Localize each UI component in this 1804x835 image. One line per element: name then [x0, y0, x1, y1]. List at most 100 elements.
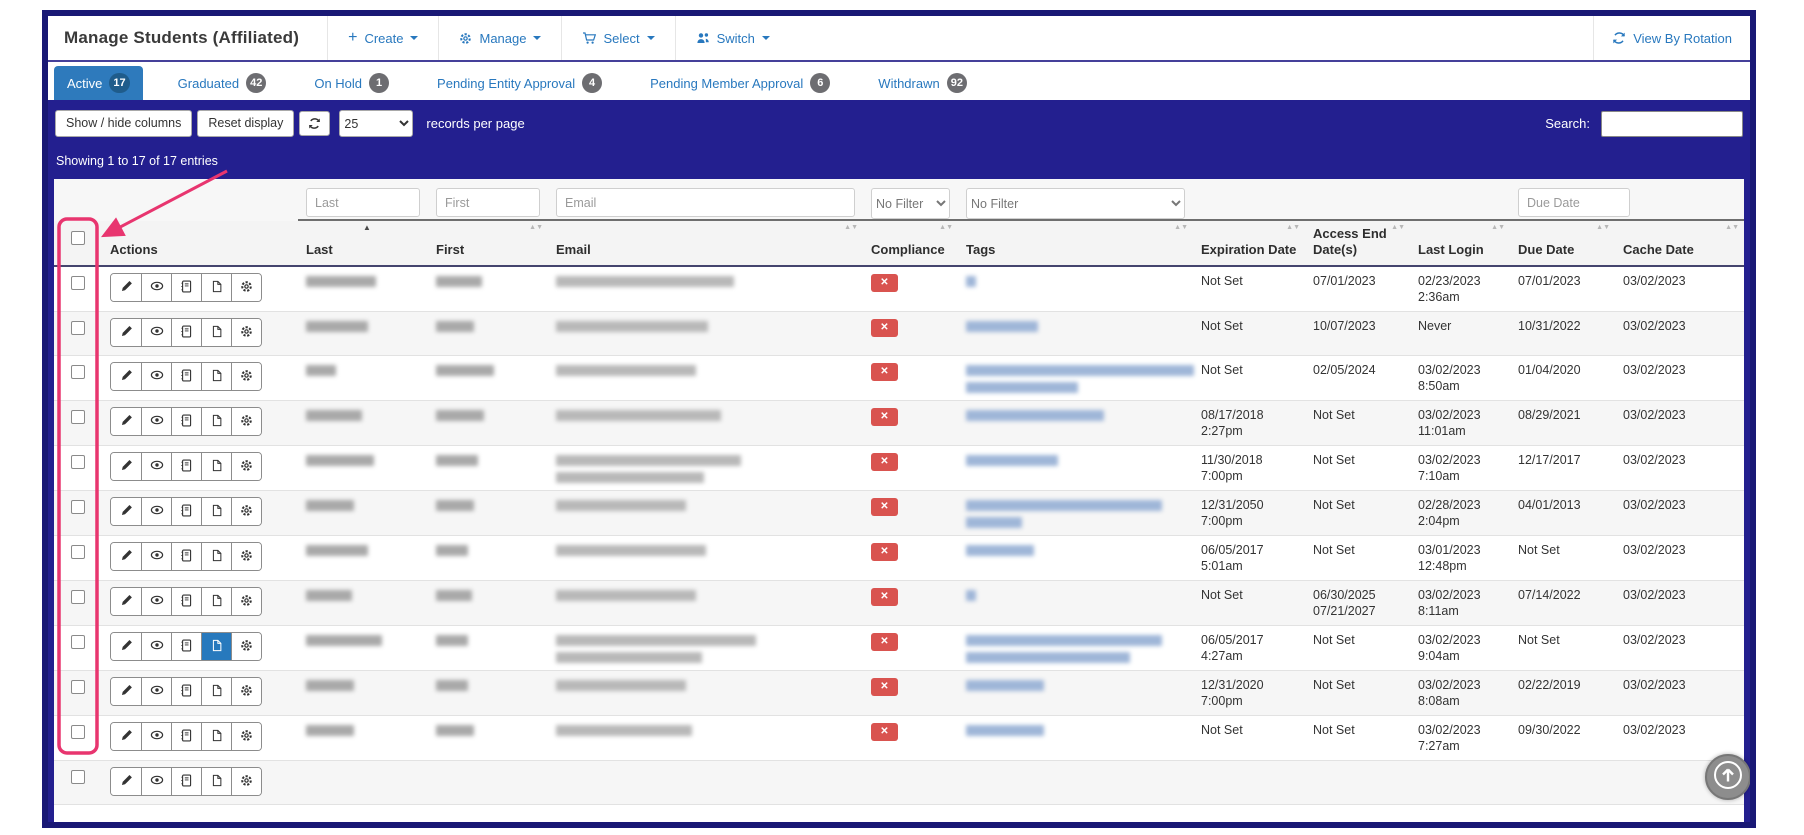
action-edit-button[interactable]	[111, 408, 141, 435]
row-checkbox[interactable]	[71, 365, 85, 379]
action-file-button[interactable]	[201, 588, 231, 615]
action-edit-button[interactable]	[111, 768, 141, 795]
redacted-tag-link[interactable]	[966, 652, 1130, 663]
action-gear-button[interactable]	[231, 319, 261, 346]
action-gear-button[interactable]	[231, 498, 261, 525]
action-view-button[interactable]	[141, 723, 171, 750]
action-book-button[interactable]	[171, 723, 201, 750]
action-view-button[interactable]	[141, 363, 171, 390]
action-edit-button[interactable]	[111, 678, 141, 705]
redacted-tag-link[interactable]	[966, 545, 1034, 556]
action-view-button[interactable]	[141, 633, 171, 660]
search-input[interactable]	[1601, 110, 1743, 137]
action-view-button[interactable]	[141, 543, 171, 570]
row-checkbox[interactable]	[71, 455, 85, 469]
create-menu-button[interactable]: + Create	[327, 16, 438, 60]
action-edit-button[interactable]	[111, 274, 141, 301]
action-view-button[interactable]	[141, 588, 171, 615]
due-date-filter-input[interactable]	[1518, 188, 1630, 217]
action-edit-button[interactable]	[111, 319, 141, 346]
refresh-table-button[interactable]	[299, 110, 331, 137]
action-gear-button[interactable]	[231, 723, 261, 750]
redacted-tag-link[interactable]	[966, 635, 1162, 646]
action-file-button[interactable]	[201, 319, 231, 346]
action-edit-button[interactable]	[111, 633, 141, 660]
row-checkbox[interactable]	[71, 770, 85, 784]
tab-withdrawn[interactable]: Withdrawn 92	[865, 66, 980, 100]
action-book-button[interactable]	[171, 274, 201, 301]
action-view-button[interactable]	[141, 319, 171, 346]
column-header-first[interactable]: First ▲▼	[428, 221, 548, 265]
action-view-button[interactable]	[141, 408, 171, 435]
action-edit-button[interactable]	[111, 723, 141, 750]
action-book-button[interactable]	[171, 678, 201, 705]
action-file-button[interactable]	[201, 543, 231, 570]
redacted-tag-link[interactable]	[966, 365, 1194, 376]
action-file-button[interactable]	[201, 678, 231, 705]
action-edit-button[interactable]	[111, 453, 141, 480]
action-book-button[interactable]	[171, 453, 201, 480]
redacted-tag-link[interactable]	[966, 500, 1162, 511]
action-book-button[interactable]	[171, 319, 201, 346]
action-book-button[interactable]	[171, 408, 201, 435]
redacted-tag-link[interactable]	[966, 680, 1044, 691]
action-book-button[interactable]	[171, 498, 201, 525]
action-view-button[interactable]	[141, 498, 171, 525]
column-header-last[interactable]: Last ▲	[298, 221, 428, 265]
action-edit-button[interactable]	[111, 543, 141, 570]
redacted-tag-link[interactable]	[966, 276, 976, 287]
redacted-tag-link[interactable]	[966, 321, 1038, 332]
action-view-button[interactable]	[141, 274, 171, 301]
last-name-filter-input[interactable]	[306, 188, 420, 217]
column-header-expiration-date[interactable]: Expiration Date ▲▼	[1193, 221, 1305, 265]
action-gear-button[interactable]	[231, 453, 261, 480]
action-book-button[interactable]	[171, 588, 201, 615]
redacted-tag-link[interactable]	[966, 410, 1104, 421]
tab-pending-member-approval[interactable]: Pending Member Approval 6	[637, 66, 843, 100]
action-book-button[interactable]	[171, 768, 201, 795]
column-header-cache-date[interactable]: Cache Date ▲▼	[1615, 221, 1744, 265]
action-gear-button[interactable]	[231, 678, 261, 705]
redacted-tag-link[interactable]	[966, 590, 976, 601]
redacted-tag-link[interactable]	[966, 455, 1058, 466]
row-checkbox[interactable]	[71, 410, 85, 424]
tab-on-hold[interactable]: On Hold 1	[301, 66, 402, 100]
scroll-to-top-button[interactable]	[1705, 754, 1750, 800]
action-edit-button[interactable]	[111, 498, 141, 525]
action-file-button[interactable]	[201, 633, 231, 660]
row-checkbox[interactable]	[71, 590, 85, 604]
row-checkbox[interactable]	[71, 321, 85, 335]
action-file-button[interactable]	[201, 408, 231, 435]
action-view-button[interactable]	[141, 453, 171, 480]
action-file-button[interactable]	[201, 453, 231, 480]
action-book-button[interactable]	[171, 363, 201, 390]
tab-graduated[interactable]: Graduated 42	[165, 66, 280, 100]
email-filter-input[interactable]	[556, 188, 855, 217]
redacted-tag-link[interactable]	[966, 725, 1044, 736]
action-file-button[interactable]	[201, 498, 231, 525]
action-edit-button[interactable]	[111, 363, 141, 390]
tab-pending-entity-approval[interactable]: Pending Entity Approval 4	[424, 66, 615, 100]
action-book-button[interactable]	[171, 543, 201, 570]
action-edit-button[interactable]	[111, 588, 141, 615]
row-checkbox[interactable]	[71, 680, 85, 694]
action-gear-button[interactable]	[231, 543, 261, 570]
action-gear-button[interactable]	[231, 274, 261, 301]
action-gear-button[interactable]	[231, 633, 261, 660]
action-gear-button[interactable]	[231, 408, 261, 435]
column-header-access-end-dates[interactable]: Access End Date(s) ▲▼	[1305, 221, 1410, 265]
column-header-last-login[interactable]: Last Login ▲▼	[1410, 221, 1510, 265]
switch-menu-button[interactable]: Switch	[674, 16, 790, 60]
compliance-filter-select[interactable]: No Filter	[871, 188, 950, 219]
row-checkbox[interactable]	[71, 545, 85, 559]
redacted-tag-link[interactable]	[966, 517, 1022, 528]
action-book-button[interactable]	[171, 633, 201, 660]
column-header-email[interactable]: Email ▲▼	[548, 221, 863, 265]
action-view-button[interactable]	[141, 768, 171, 795]
action-file-button[interactable]	[201, 768, 231, 795]
action-gear-button[interactable]	[231, 768, 261, 795]
reset-display-button[interactable]: Reset display	[197, 110, 295, 137]
column-header-compliance[interactable]: Compliance ▲▼	[863, 221, 958, 265]
redacted-tag-link[interactable]	[966, 382, 1078, 393]
row-checkbox[interactable]	[71, 635, 85, 649]
